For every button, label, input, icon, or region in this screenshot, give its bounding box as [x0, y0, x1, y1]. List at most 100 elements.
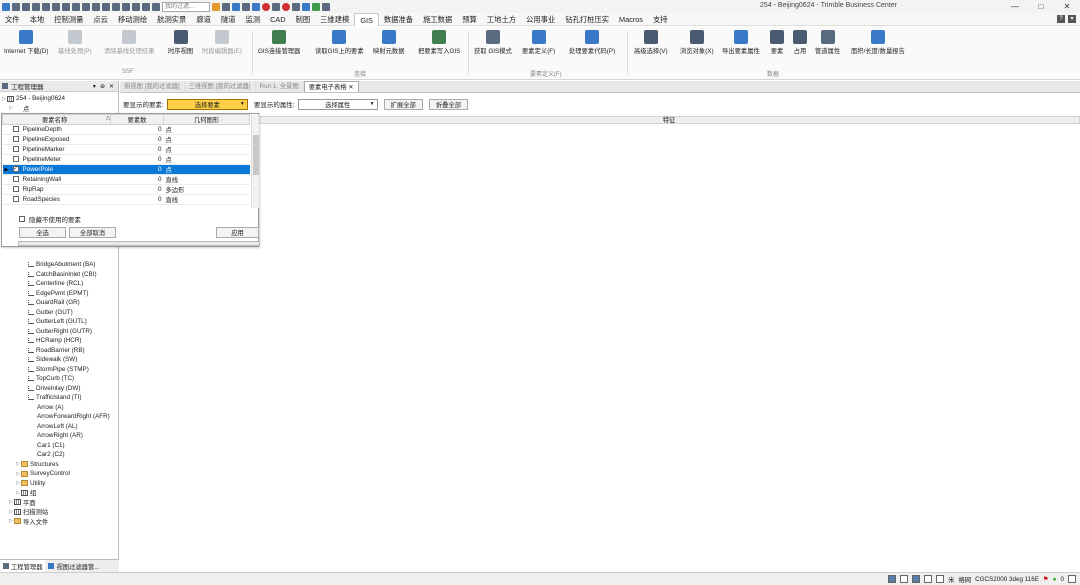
- ribbon-button-14[interactable]: 导出要素属性: [722, 30, 760, 55]
- feature-row[interactable]: PipelineMeter 0 点: [2, 154, 250, 165]
- move-icon[interactable]: [292, 2, 300, 11]
- ribbon-button-7[interactable]: 映射元数据: [373, 30, 404, 55]
- ribbon-button-13[interactable]: 浏览对象(X): [680, 30, 714, 55]
- menu-item-20[interactable]: 支持: [648, 13, 673, 26]
- feature-name-cell[interactable]: PipelineMarker: [2, 144, 111, 155]
- tree-item[interactable]: GutterLeft (GUTL): [0, 317, 118, 327]
- tree-item[interactable]: Centerline (RCL): [0, 279, 118, 289]
- menu-item-19[interactable]: Macros: [614, 13, 648, 26]
- checkbox-icon[interactable]: [12, 146, 19, 153]
- menu-item-8[interactable]: 监测: [241, 13, 266, 26]
- save-icon[interactable]: [52, 2, 60, 11]
- feature-select[interactable]: 选择要素 ▼: [166, 98, 248, 110]
- tree-item[interactable]: ▷ Structures: [0, 460, 118, 470]
- checkbox-icon[interactable]: [12, 126, 19, 133]
- notification-icon[interactable]: [1068, 575, 1076, 583]
- menu-item-9[interactable]: CAD: [265, 13, 290, 26]
- options-icon[interactable]: ▾: [1068, 15, 1076, 23]
- globe-icon[interactable]: [312, 2, 320, 11]
- tree-item[interactable]: Gutter (GUT): [0, 308, 118, 318]
- checkbox-icon[interactable]: [12, 186, 19, 193]
- collapse-all-button[interactable]: 折叠全部: [428, 98, 468, 110]
- feature-name-cell[interactable]: RetainingWall: [2, 174, 111, 185]
- tree-item[interactable]: ArrowLeft (AL): [0, 422, 118, 432]
- panel-tab-1[interactable]: 视图过滤器管...: [45, 560, 102, 572]
- feature-name-cell[interactable]: PipelineExposed: [2, 134, 111, 145]
- flag-icon[interactable]: ⚑: [1043, 576, 1049, 583]
- checkbox-icon[interactable]: [12, 196, 19, 203]
- ribbon-button-8[interactable]: 把要素写入GIS: [418, 30, 460, 55]
- tree-item[interactable]: EdgePvmt (EPMT): [0, 289, 118, 299]
- menu-item-17[interactable]: 公用事业: [521, 13, 560, 26]
- feature-row[interactable]: RetainingWall 0 直线: [2, 174, 250, 185]
- expand-all-button[interactable]: 扩展全部: [383, 98, 423, 110]
- tree-item[interactable]: Car1 (C1): [0, 441, 118, 451]
- ribbon-button-17[interactable]: 管道属性: [815, 30, 840, 55]
- document-tab-1[interactable]: 三维视图 [我的过滤器]: [185, 81, 256, 92]
- tree-item[interactable]: ▷ Utility: [0, 479, 118, 489]
- menu-item-10[interactable]: 制图: [291, 13, 316, 26]
- menu-item-4[interactable]: 移动测绘: [113, 13, 152, 26]
- menu-item-2[interactable]: 控制测量: [49, 13, 88, 26]
- popup-scrollbar[interactable]: [251, 115, 259, 208]
- view-icon[interactable]: [122, 2, 130, 11]
- panel-close-icon[interactable]: ✕: [109, 83, 114, 90]
- ribbon-button-1[interactable]: 基线处理(P): [58, 30, 92, 55]
- checkbox-icon[interactable]: [12, 176, 19, 183]
- cloud-icon[interactable]: [302, 2, 310, 11]
- tree-item[interactable]: BridgeAbutment (BA): [0, 260, 118, 270]
- select-mode-icon[interactable]: [912, 575, 921, 583]
- tree-item[interactable]: ▷ 组: [0, 488, 118, 498]
- pin-icon[interactable]: ⊕: [100, 83, 105, 90]
- document-tab-0[interactable]: 俯视图 [我的过滤器]: [120, 81, 185, 92]
- tree-item[interactable]: TrafficIsland (TI): [0, 393, 118, 403]
- snap-mode-icon[interactable]: [900, 575, 909, 583]
- select-all-button[interactable]: 全选: [19, 227, 66, 238]
- tree-item[interactable]: Arrow (A): [0, 403, 118, 413]
- document-tab-3[interactable]: 要素电子表格 ✕: [303, 81, 359, 92]
- window-icon[interactable]: [102, 2, 110, 11]
- message-count[interactable]: 0: [1060, 576, 1064, 583]
- ribbon-button-11[interactable]: 处理要素代码(P): [569, 30, 615, 55]
- menu-item-12[interactable]: GIS: [354, 12, 379, 26]
- menu-item-5[interactable]: 航测实景: [152, 13, 191, 26]
- tree-item[interactable]: TopCurb (TC): [0, 374, 118, 384]
- ribbon-button-18[interactable]: 面积/长度/数量报告: [851, 30, 905, 55]
- menu-item-3[interactable]: 点云: [88, 13, 113, 26]
- grid-snap-icon[interactable]: [936, 575, 945, 583]
- tree-item[interactable]: ▷ SurveyControl: [0, 469, 118, 479]
- tree-item[interactable]: ▷ 254 - Beijing0624: [0, 94, 118, 104]
- ribbon-button-16[interactable]: 占用: [793, 30, 807, 55]
- ribbon-button-6[interactable]: 读取GIS上的要素: [315, 30, 364, 55]
- help-icon[interactable]: ?: [1057, 15, 1065, 23]
- tree-item[interactable]: DriveInlay (DW): [0, 384, 118, 394]
- tree-item[interactable]: ▷ 点: [0, 104, 118, 114]
- checkbox-icon[interactable]: [19, 216, 25, 222]
- feature-row[interactable]: PipelineDepth 0 点: [2, 124, 250, 135]
- tree-item[interactable]: StormPipe (STMP): [0, 365, 118, 375]
- popup-resize-bar[interactable]: [18, 241, 260, 246]
- menu-item-15[interactable]: 预算: [457, 13, 482, 26]
- print-icon[interactable]: [72, 2, 80, 11]
- redo-icon[interactable]: [22, 2, 30, 11]
- stop-icon[interactable]: [272, 2, 280, 11]
- feature-name-cell[interactable]: PipelineDepth: [2, 124, 111, 135]
- tree-item[interactable]: HCRamp (HCR): [0, 336, 118, 346]
- feature-row[interactable]: RoadSpecies 0 直线: [2, 194, 250, 205]
- units-label[interactable]: 米: [948, 575, 954, 584]
- tree-item[interactable]: Car2 (C2): [0, 450, 118, 460]
- minimize-icon[interactable]: —: [1002, 0, 1028, 13]
- grid-icon[interactable]: [112, 2, 120, 11]
- tree-item[interactable]: ArrowRight (AR): [0, 431, 118, 441]
- tab-close-icon[interactable]: ✕: [347, 84, 353, 91]
- tree-item[interactable]: ▷ 扫描测站: [0, 507, 118, 517]
- select-icon[interactable]: [222, 2, 230, 11]
- view-filter-search[interactable]: [162, 1, 210, 12]
- attribute-select[interactable]: 选择属性 ▼: [297, 98, 378, 110]
- ribbon-button-3[interactable]: 时序视图: [168, 30, 193, 55]
- hide-unused-checkbox[interactable]: 隐藏不使用的要素: [19, 214, 81, 224]
- rotate-icon[interactable]: [152, 2, 160, 11]
- layer-icon[interactable]: [888, 575, 897, 583]
- menu-item-14[interactable]: 施工数据: [418, 13, 457, 26]
- record-icon[interactable]: [262, 2, 270, 11]
